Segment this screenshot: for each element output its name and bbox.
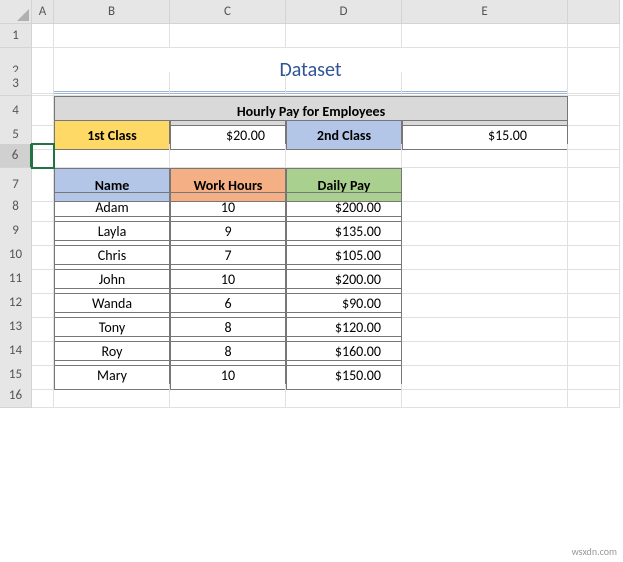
- select-all-corner[interactable]: [0, 0, 32, 24]
- col-header-spill: [568, 0, 620, 24]
- cell-B16[interactable]: [54, 384, 170, 408]
- cell-A3[interactable]: [32, 72, 54, 96]
- cell-F6[interactable]: [568, 144, 620, 168]
- spreadsheet-viewport: A B C D E 1 2 Dataset 3 4 Hourly Pay for…: [0, 0, 623, 562]
- col-header-D[interactable]: D: [286, 0, 402, 24]
- cell-A16[interactable]: [32, 384, 54, 408]
- watermark: wsxdn.com: [572, 545, 617, 558]
- cell-A1[interactable]: [32, 24, 54, 48]
- cell-D1[interactable]: [286, 24, 402, 48]
- cell-F3[interactable]: [568, 72, 620, 96]
- cell-C6[interactable]: [170, 144, 286, 168]
- cell-C1[interactable]: [170, 24, 286, 48]
- cell-B1[interactable]: [54, 24, 170, 48]
- row-header-16[interactable]: 16: [0, 384, 32, 408]
- cell-B3[interactable]: [54, 72, 170, 96]
- cell-D6[interactable]: [286, 144, 402, 168]
- cell-A6-selected[interactable]: [32, 144, 54, 168]
- cell-E1[interactable]: [402, 24, 568, 48]
- col-header-C[interactable]: C: [170, 0, 286, 24]
- col-header-B[interactable]: B: [54, 0, 170, 24]
- cell-F1[interactable]: [568, 24, 620, 48]
- cell-E16[interactable]: [402, 384, 568, 408]
- cell-D3[interactable]: [286, 72, 402, 96]
- col-header-E[interactable]: E: [402, 0, 568, 24]
- spreadsheet-grid[interactable]: A B C D E 1 2 Dataset 3 4 Hourly Pay for…: [0, 0, 623, 408]
- cell-D16[interactable]: [286, 384, 402, 408]
- cell-C16[interactable]: [170, 384, 286, 408]
- cell-F16[interactable]: [568, 384, 620, 408]
- row-header-1[interactable]: 1: [0, 24, 32, 48]
- row-header-3[interactable]: 3: [0, 72, 32, 96]
- col-header-A[interactable]: A: [32, 0, 54, 24]
- row-header-6[interactable]: 6: [0, 144, 32, 168]
- cell-E6[interactable]: [402, 144, 568, 168]
- cell-E3[interactable]: [402, 72, 568, 96]
- cell-C3[interactable]: [170, 72, 286, 96]
- cell-B6[interactable]: [54, 144, 170, 168]
